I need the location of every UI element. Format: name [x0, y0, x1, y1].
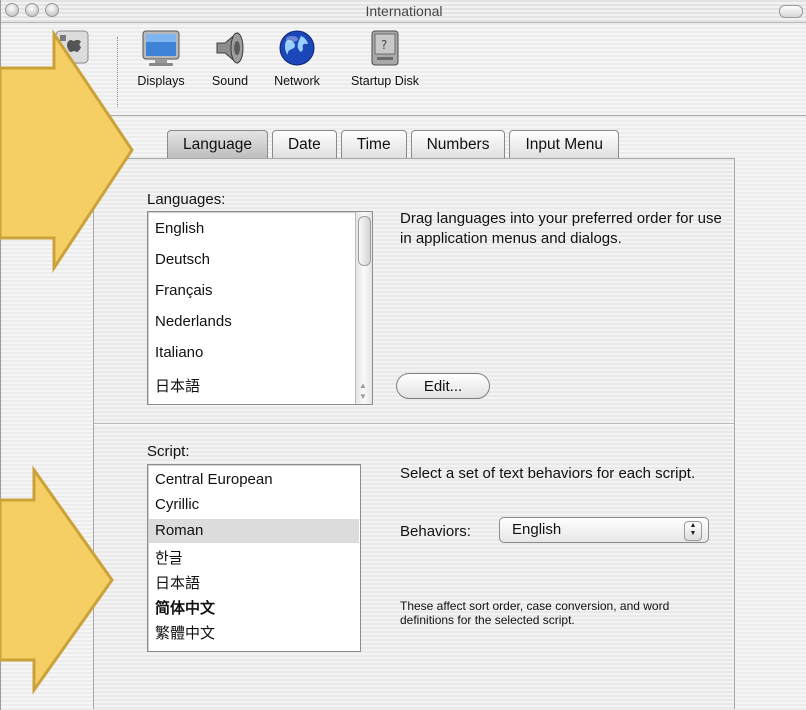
callout-overlay — [0, 29, 134, 695]
callout-arrow-icon — [0, 29, 134, 273]
callout-arrow-icon — [0, 465, 114, 695]
